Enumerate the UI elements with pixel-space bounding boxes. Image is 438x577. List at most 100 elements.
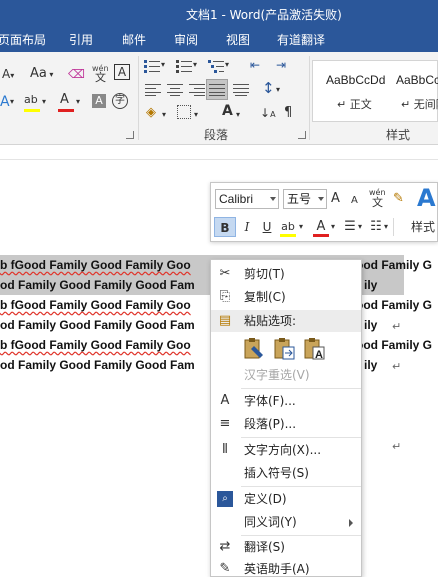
- tab-youdao-translate[interactable]: 有道翻译: [277, 30, 325, 52]
- increase-indent-icon[interactable]: ⇥: [276, 57, 286, 73]
- menu-item-font[interactable]: A 字体(F)...: [211, 390, 361, 412]
- menu-item-paragraph[interactable]: ≡ 段落(P)...: [211, 413, 361, 435]
- menu-item-label: 剪切(T): [244, 267, 285, 281]
- italic-button[interactable]: I: [239, 217, 255, 237]
- decrease-indent-icon[interactable]: ⇤: [250, 57, 260, 73]
- text-effect-button[interactable]: A: [0, 94, 10, 110]
- shading-dropdown-icon[interactable]: ▾: [162, 107, 166, 123]
- align-right-icon[interactable]: [189, 83, 205, 96]
- numbering-icon[interactable]: ☷: [369, 217, 383, 237]
- style-no-spacing[interactable]: AaBbCcDd ↵ 无间隔: [393, 61, 438, 121]
- menu-item-paste-options: ▤ 粘贴选项:: [211, 310, 361, 332]
- text-line[interactable]: b fGood Family Good Family Goo: [0, 295, 191, 315]
- align-left-icon[interactable]: [145, 83, 161, 96]
- change-case-button[interactable]: Aa ▾: [30, 66, 53, 83]
- text-line[interactable]: od Family Good Family Good Fam: [0, 315, 195, 335]
- numbering-dropdown-icon[interactable]: ▾: [193, 57, 197, 73]
- enclose-characters-button[interactable]: 字: [112, 93, 128, 109]
- distributed-align-icon[interactable]: [233, 83, 249, 96]
- tab-view[interactable]: 视图: [226, 30, 250, 52]
- text-line-tail: ily: [364, 278, 378, 292]
- text-line[interactable]: b fGood Family Good Family Goo: [0, 335, 191, 355]
- font-color-dropdown-icon[interactable]: ▾: [76, 94, 80, 110]
- paragraph-dialog-launcher-icon[interactable]: [298, 131, 306, 139]
- highlight-button[interactable]: ab: [24, 92, 38, 108]
- menu-item-insert-symbol[interactable]: 插入符号(S): [211, 462, 361, 484]
- multilevel-list-icon[interactable]: [208, 59, 224, 73]
- paste-icon: ▤: [218, 313, 232, 328]
- text-line[interactable]: b fGood Family Good Family Goo: [0, 255, 191, 275]
- text-line-tail: ood Family G: [356, 258, 433, 272]
- font-name-select[interactable]: Calibri: [215, 189, 279, 209]
- mini-toolbar: Calibri 五号 A A wén 文 ✎ A B I U ab ▾ A ▾ …: [210, 182, 438, 242]
- text-line-tail: ood Family G: [356, 338, 433, 352]
- merge-formatting-icon[interactable]: [271, 336, 297, 362]
- menu-item-cut[interactable]: ✂ 剪切(T): [211, 263, 361, 285]
- menu-item-label: 段落(P)...: [244, 417, 297, 431]
- menu-item-define[interactable]: ⌕ 定义(D): [211, 488, 361, 510]
- paragraph-mark: ↵: [392, 320, 402, 333]
- underline-button[interactable]: U: [259, 217, 275, 237]
- show-marks-icon[interactable]: ¶: [284, 105, 292, 121]
- numbering-dropdown-icon[interactable]: ▾: [382, 217, 390, 237]
- bullets-dropdown-icon[interactable]: ▾: [161, 57, 165, 73]
- clear-formatting-icon[interactable]: ⌫: [68, 66, 85, 82]
- borders-dropdown-icon[interactable]: ▾: [194, 107, 198, 123]
- font-size-value: 五号: [287, 192, 312, 206]
- menu-item-copy[interactable]: ⎘ 复制(C): [211, 286, 361, 308]
- highlight-dropdown-icon[interactable]: ▾: [42, 94, 46, 110]
- styles-group-label: 样式: [386, 128, 411, 142]
- styles-big-a-icon[interactable]: A: [417, 185, 436, 211]
- char-scale-button[interactable]: A: [222, 103, 233, 119]
- style-normal[interactable]: AaBbCcDd ↵ 正文: [313, 61, 393, 121]
- font-size-select[interactable]: 五号: [283, 189, 327, 209]
- borders-icon[interactable]: [177, 105, 191, 119]
- multilevel-dropdown-icon[interactable]: ▾: [225, 57, 229, 73]
- font-color-dropdown-icon[interactable]: ▾: [329, 217, 337, 237]
- tab-review[interactable]: 审阅: [174, 30, 198, 52]
- text-line-tail: ily: [364, 318, 378, 332]
- menu-item-label: 同义词(Y): [244, 515, 297, 529]
- text-line[interactable]: od Family Good Family Good Fam: [0, 355, 195, 375]
- tab-mailings[interactable]: 邮件: [122, 30, 146, 52]
- bullets-icon[interactable]: ☰: [343, 217, 357, 237]
- font-color-button[interactable]: A: [60, 92, 69, 108]
- keep-source-formatting-icon[interactable]: [241, 336, 267, 362]
- paragraph-mark: ↵: [392, 440, 402, 453]
- ribbon-separator: [309, 56, 310, 140]
- tab-references[interactable]: 引用: [69, 30, 93, 52]
- align-center-icon[interactable]: [167, 83, 183, 96]
- text-effect-dropdown-icon[interactable]: ▾: [10, 94, 14, 110]
- grow-font-button[interactable]: A: [331, 191, 340, 207]
- shrink-font-button[interactable]: A: [351, 193, 358, 209]
- font-dialog-launcher-icon[interactable]: [126, 131, 134, 139]
- style-name: ↵ 无间隔: [401, 98, 438, 111]
- bullets-dropdown-icon[interactable]: ▾: [356, 217, 364, 237]
- menu-item-english-assistant[interactable]: ✎ 英语助手(A): [211, 558, 361, 577]
- grow-font-button[interactable]: A▾: [2, 66, 14, 84]
- sort-icon[interactable]: ↓A: [260, 105, 276, 123]
- keep-text-only-icon[interactable]: A: [301, 336, 327, 362]
- line-spacing-dropdown-icon[interactable]: ▾: [276, 82, 280, 98]
- highlight-dropdown-icon[interactable]: ▾: [297, 217, 305, 237]
- styles-button[interactable]: 样式: [411, 217, 438, 237]
- grow-font-label: A: [2, 67, 11, 81]
- format-painter-icon[interactable]: ✎: [393, 191, 404, 207]
- menu-item-label: 复制(C): [244, 290, 286, 304]
- numbering-icon[interactable]: [176, 59, 192, 73]
- bullets-icon[interactable]: [144, 59, 160, 73]
- char-shading-button[interactable]: A: [92, 94, 106, 108]
- menu-item-translate[interactable]: ⇄ 翻译(S): [211, 536, 361, 558]
- text-line[interactable]: od Family Good Family Good Fam: [0, 275, 195, 295]
- menu-item-text-direction[interactable]: ⫴ 文字方向(X)...: [211, 439, 361, 461]
- style-sample: AaBbCcDd: [396, 73, 438, 87]
- shading-icon[interactable]: ◈: [146, 105, 156, 121]
- tab-page-layout[interactable]: 页面布局: [0, 30, 46, 52]
- title-bar: 文档1 - Word(产品激活失败): [0, 0, 438, 30]
- text-line-content: b fGood Family Good Family Goo: [0, 298, 191, 312]
- menu-item-synonyms[interactable]: 同义词(Y): [211, 511, 361, 533]
- line-spacing-icon[interactable]: ↕: [262, 80, 275, 96]
- char-scale-dropdown-icon[interactable]: ▾: [236, 107, 240, 123]
- char-border-button[interactable]: A: [114, 64, 130, 80]
- bold-button[interactable]: B: [214, 217, 236, 237]
